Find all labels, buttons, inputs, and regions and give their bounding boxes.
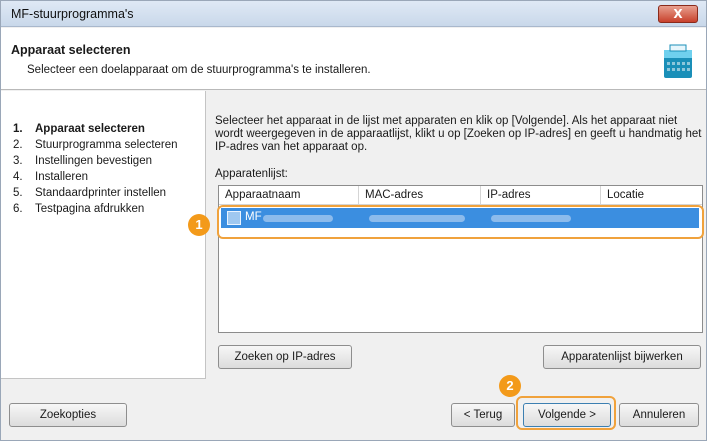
- column-device-name[interactable]: Apparaatnaam: [219, 186, 359, 205]
- wizard-header: Apparaat selecteren Selecteer een doelap…: [1, 28, 706, 90]
- callout-highlight-row: [217, 205, 704, 239]
- step-item: 6. Testpagina afdrukken: [13, 203, 145, 215]
- callout-badge-1: 1: [188, 214, 210, 236]
- refresh-list-button[interactable]: Apparatenlijst bijwerken: [543, 345, 701, 369]
- search-ip-button[interactable]: Zoeken op IP-adres: [218, 345, 352, 369]
- title-bar: MF-stuurprogramma's X: [1, 1, 706, 27]
- column-ip-address[interactable]: IP-adres: [481, 186, 601, 205]
- steps-panel: 1. Apparaat selecteren 2. Stuurprogramma s…: [1, 91, 206, 379]
- search-options-button[interactable]: Zoekopties: [9, 403, 127, 427]
- step-item: 3. Instellingen bevestigen: [13, 155, 152, 167]
- printer-icon: [664, 44, 692, 78]
- step-item: 2. Stuurprogramma selecteren: [13, 139, 178, 151]
- callout-badge-2: 2: [499, 375, 521, 397]
- step-item: 4. Installeren: [13, 171, 89, 183]
- back-button[interactable]: < Terug: [451, 403, 515, 427]
- step-item: 5. Standaardprinter instellen: [13, 187, 167, 199]
- device-list-header: Apparaatnaam MAC-adres IP-adres Locatie: [219, 186, 702, 205]
- close-button[interactable]: X: [658, 5, 698, 23]
- step-item: 1. Apparaat selecteren: [13, 123, 145, 135]
- window-title: MF-stuurprogramma's: [11, 7, 134, 21]
- cancel-button[interactable]: Annuleren: [619, 403, 699, 427]
- column-location[interactable]: Locatie: [601, 186, 702, 205]
- device-list-label: Apparatenlijst:: [215, 168, 288, 180]
- callout-highlight-next: [516, 396, 616, 430]
- page-title: Apparaat selecteren: [11, 43, 131, 57]
- column-mac-address[interactable]: MAC-adres: [359, 186, 481, 205]
- page-subtitle: Selecteer een doelapparaat om de stuurpr…: [27, 64, 371, 76]
- instruction-text: Selecteer het apparaat in de lijst met a…: [215, 115, 702, 153]
